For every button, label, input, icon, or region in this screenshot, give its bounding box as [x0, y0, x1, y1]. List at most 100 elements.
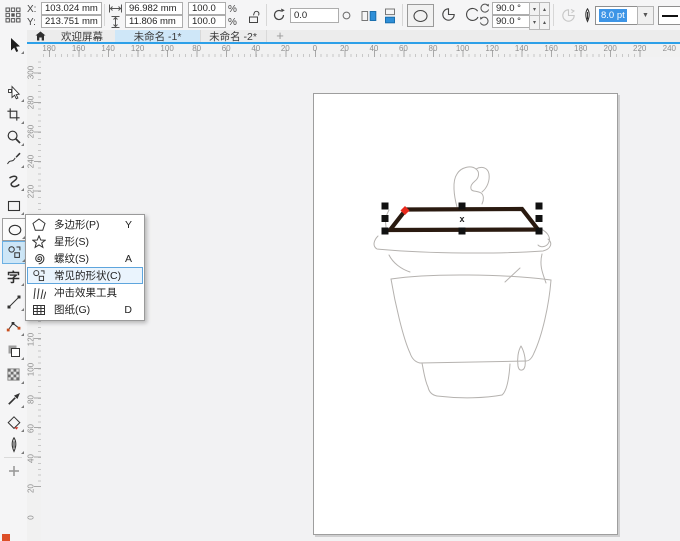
- h-ruler-label: 40: [251, 44, 260, 53]
- y-label: Y:: [27, 17, 36, 28]
- x-position-input[interactable]: [41, 2, 102, 15]
- h-ruler-label: 180: [574, 44, 587, 53]
- common-shapes-icon: [7, 245, 22, 260]
- h-ruler-label: 200: [604, 44, 617, 53]
- shape-tool[interactable]: [2, 82, 25, 103]
- h-ruler-label: 60: [399, 44, 408, 53]
- common-shapes-icon: [31, 269, 47, 283]
- v-ruler-label: 260: [27, 124, 36, 140]
- plus-icon: [7, 464, 21, 478]
- page: [313, 93, 618, 535]
- object-width-input[interactable]: [125, 2, 183, 15]
- document-tab-bar: 欢迎屏幕 未命名 -1* 未命名 -2* +: [27, 30, 680, 42]
- v-ruler-label: 120: [27, 332, 36, 348]
- ellipse-mode-button[interactable]: [407, 4, 434, 27]
- property-bar: X: Y: % %: [0, 0, 680, 31]
- polygon-icon: [31, 218, 47, 232]
- v-ruler-label: 60: [27, 421, 36, 437]
- v-ruler-label: 240: [27, 154, 36, 170]
- rectangle-tool[interactable]: [2, 195, 25, 216]
- end-angle-input[interactable]: [492, 15, 531, 28]
- impact-rays-icon: [31, 286, 47, 300]
- rotation-icon: [271, 7, 287, 23]
- h-ruler-label: 160: [544, 44, 557, 53]
- h-ruler-label: 80: [192, 44, 201, 53]
- start-angle-icon: [478, 2, 490, 14]
- freehand-tool[interactable]: [2, 148, 25, 169]
- connector-tool[interactable]: [2, 316, 25, 337]
- mirror-vertical-icon[interactable]: [381, 7, 399, 24]
- eyedropper-tool[interactable]: [2, 388, 25, 409]
- object-position-grid-icon[interactable]: [4, 6, 22, 24]
- outline-pen-tool[interactable]: [2, 434, 25, 455]
- star-icon: [31, 235, 47, 249]
- graph-paper-icon: [31, 303, 47, 317]
- pick-tool[interactable]: [2, 34, 25, 55]
- v-ruler-label: 280: [27, 94, 36, 110]
- h-ruler-label: 20: [281, 44, 290, 53]
- artistic-media-tool[interactable]: [2, 171, 25, 192]
- v-ruler-label: 40: [27, 450, 36, 466]
- pie-mode-button[interactable]: [436, 4, 460, 25]
- y-position-input[interactable]: [41, 15, 102, 28]
- home-icon: [35, 31, 46, 41]
- v-ruler-label: 220: [27, 183, 36, 199]
- v-ruler-label: 80: [27, 391, 36, 407]
- v-ruler-label: 100: [27, 361, 36, 377]
- smart-fill-tool[interactable]: [2, 412, 25, 433]
- crop-icon: [6, 107, 21, 122]
- crop-tool[interactable]: [2, 104, 25, 125]
- transparency-tool[interactable]: [2, 364, 25, 385]
- tab-untitled-2[interactable]: 未命名 -2*: [200, 30, 267, 42]
- flyout-item-star[interactable]: 星形(S): [27, 233, 143, 250]
- mirror-horizontal-icon[interactable]: [360, 7, 378, 24]
- outline-width-value: 8.0 pt: [599, 9, 627, 22]
- end-angle-spin-up[interactable]: ▴: [539, 15, 550, 30]
- line-style-select[interactable]: [658, 6, 680, 25]
- v-ruler-label: 300: [27, 65, 36, 81]
- outline-width-select[interactable]: 8.0 pt: [595, 6, 642, 25]
- outline-width-dropdown-arrow[interactable]: ▼: [637, 6, 654, 25]
- x-label: X:: [27, 4, 36, 15]
- tab-welcome-screen[interactable]: 欢迎屏幕: [49, 30, 116, 42]
- horizontal-ruler: 1801601401201008060402002040608010012014…: [41, 44, 680, 57]
- shape-edit-icon: [6, 85, 22, 101]
- h-ruler-label: 60: [222, 44, 231, 53]
- flyout-item-impact-tool[interactable]: 冲击效果工具: [27, 284, 143, 301]
- object-height-input[interactable]: [125, 15, 183, 28]
- polyline-nodes-icon: [6, 319, 22, 335]
- h-ruler-label: 0: [313, 44, 317, 53]
- text-tool-glyph: 字: [7, 267, 20, 286]
- flyout-item-spiral[interactable]: 螺纹(S) A: [27, 250, 143, 267]
- scale-horizontal-input[interactable]: [188, 2, 226, 15]
- h-ruler-label: 220: [633, 44, 646, 53]
- zoom-tool[interactable]: [2, 126, 25, 147]
- ellipse-tool[interactable]: [2, 218, 27, 241]
- toolbox-divider: [4, 457, 22, 458]
- h-ruler-label: 100: [456, 44, 469, 53]
- percent-label-h: %: [228, 4, 237, 15]
- new-document-tab-button[interactable]: +: [272, 28, 288, 42]
- shadow-tool[interactable]: [2, 340, 25, 361]
- change-direction-icon[interactable]: [558, 6, 578, 24]
- drop-shadow-icon: [6, 343, 22, 359]
- flyout-item-graph-paper[interactable]: 图纸(G) D: [27, 301, 143, 318]
- artistic-stroke-icon: [6, 174, 22, 190]
- flyout-item-common-shapes[interactable]: 常见的形状(C): [27, 267, 143, 284]
- flyout-item-polygon[interactable]: 多边形(P) Y: [27, 216, 143, 233]
- home-tab-button[interactable]: [32, 30, 48, 42]
- h-ruler-label: 140: [101, 44, 114, 53]
- h-ruler-label: 40: [369, 44, 378, 53]
- rotation-angle-input[interactable]: [290, 8, 339, 23]
- customize-toolbox-button[interactable]: [2, 460, 25, 481]
- v-ruler-label: 20: [27, 480, 36, 496]
- common-shapes-tool[interactable]: [2, 241, 27, 264]
- text-tool[interactable]: 字: [2, 266, 25, 287]
- shape-tools-flyout-menu: 多边形(P) Y 星形(S) 螺纹(S) A 常见的形状(C) 冲击效果工具 图…: [25, 214, 145, 321]
- tab-untitled-1[interactable]: 未命名 -1*: [115, 30, 201, 42]
- lock-ratio-icon[interactable]: [246, 9, 262, 25]
- eyedropper-icon: [6, 391, 22, 407]
- scale-vertical-input[interactable]: [188, 15, 226, 28]
- start-angle-input[interactable]: [492, 2, 531, 15]
- line-tool[interactable]: [2, 291, 25, 312]
